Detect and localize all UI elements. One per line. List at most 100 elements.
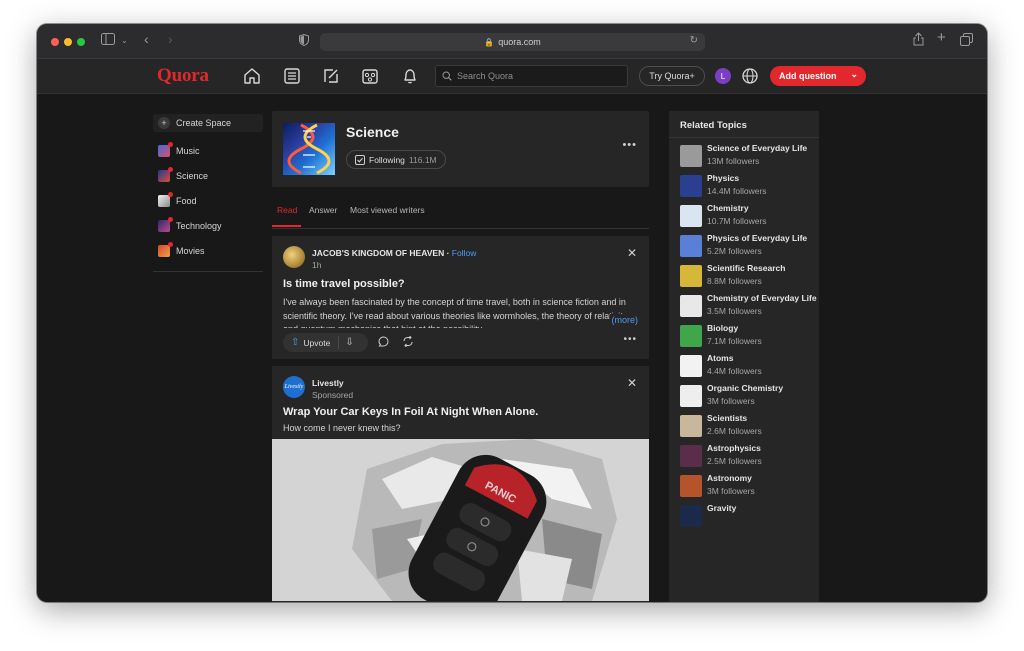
ad-subline: How come I never knew this? [283,423,401,433]
related-topic-item[interactable]: Physics of Everyday Life 5.2M followers [669,233,819,257]
tab-most-viewed-writers[interactable]: Most viewed writers [350,205,425,215]
address-bar[interactable]: 🔒 quora.com ↻ [320,33,705,51]
related-topic-item[interactable]: Biology 7.1M followers [669,323,819,347]
following-feed-icon[interactable] [282,66,302,86]
topic-followers: 14.4M followers [707,185,767,196]
browser-window: ⌄ ‹ › 🔒 quora.com ↻ + Quora Search Quora… [37,24,987,602]
upvote-button[interactable]: ⇧ Upvote ⇩ [283,333,368,352]
topic-name[interactable]: Scientific Research [707,263,817,275]
sidebar-item-label: Food [176,195,197,206]
related-topic-item[interactable]: Scientists 2.6M followers [669,413,819,437]
related-topic-item[interactable]: Physics 14.4M followers [669,173,819,197]
home-icon[interactable] [242,66,262,86]
sidebar-item-technology[interactable]: Technology [153,213,263,238]
close-icon[interactable]: ✕ [627,246,637,260]
topic-followers: 5.2M followers [707,245,762,256]
sponsored-post: Livestly Livestly Sponsored ✕ Wrap Your … [272,366,649,602]
tab-read[interactable]: Read [277,205,297,215]
spaces-icon[interactable] [360,66,380,86]
related-topic-item[interactable]: Chemistry 10.7M followers [669,203,819,227]
tab-overview-icon[interactable] [960,33,973,50]
close-window-button[interactable] [51,38,59,46]
chevron-down-icon[interactable]: ⌄ [121,33,128,49]
browser-toolbar: ⌄ ‹ › 🔒 quora.com ↻ + [37,24,987,59]
back-icon[interactable]: ‹ [144,31,149,47]
lock-icon: 🔒 [484,37,495,47]
close-icon[interactable]: ✕ [627,376,637,390]
topic-name[interactable]: Science of Everyday Life [707,143,817,155]
main-feed: Science Following 116.1M ••• Read Answer… [272,111,649,602]
topic-followers: 3.5M followers [707,305,762,316]
sponsored-label: Sponsored [312,390,354,400]
following-button[interactable]: Following 116.1M [346,150,446,169]
more-link[interactable]: (more) [609,313,638,327]
share-icon[interactable] [913,32,924,50]
topic-thumbnail [680,415,702,437]
topic-name[interactable]: Scientists [707,413,817,425]
advertiser-logo[interactable]: Livestly [283,376,305,398]
topic-followers: 2.6M followers [707,425,762,436]
post-question[interactable]: Is time travel possible? [272,272,649,290]
related-topic-item[interactable]: Scientific Research 8.8M followers [669,263,819,287]
follow-link[interactable]: Follow [452,248,477,258]
related-topic-item[interactable]: Astrophysics 2.5M followers [669,443,819,467]
topic-name[interactable]: Chemistry [707,203,817,215]
ad-image-car-key-in-foil[interactable]: PANIC [272,439,649,601]
ad-headline[interactable]: Wrap Your Car Keys In Foil At Night When… [272,402,649,418]
author-name[interactable]: JACOB'S KINGDOM OF HEAVEN · Follow [312,248,476,258]
related-topic-item[interactable]: Atoms 4.4M followers [669,353,819,377]
advertiser-name[interactable]: Livestly [312,378,344,388]
language-globe-icon[interactable] [741,67,759,85]
notifications-bell-icon[interactable] [400,66,420,86]
topic-name[interactable]: Astrophysics [707,443,817,455]
comment-icon[interactable] [378,336,389,350]
related-topic-item[interactable]: Astronomy 3M followers [669,473,819,497]
sidebar-item-music[interactable]: Music [153,138,263,163]
related-topics-list: Science of Everyday Life 13M followers Phy… [669,138,819,527]
topic-text: Astronomy 3M followers [707,473,817,497]
topic-name[interactable]: Chemistry of Everyday Life [707,293,817,305]
sidebar-toggle-icon[interactable] [101,33,115,49]
post-header: JACOB'S KINGDOM OF HEAVEN · Follow 1h ✕ [272,236,649,272]
forward-icon[interactable]: › [168,31,173,47]
create-space-button[interactable]: + Create Space [153,114,263,132]
sidebar-item-science[interactable]: Science [153,163,263,188]
share-icon[interactable] [402,335,414,350]
topic-thumbnail [680,385,702,407]
avatar[interactable]: L [715,68,731,84]
topic-name[interactable]: Physics [707,173,817,185]
topic-name[interactable]: Biology [707,323,817,335]
topic-text: Gravity [707,503,817,527]
sidebar-item-movies[interactable]: Movies [153,238,263,263]
downvote-arrow-icon[interactable]: ⇩ [345,337,353,348]
tab-answer[interactable]: Answer [309,205,337,215]
search-input[interactable]: Search Quora [435,65,628,87]
answer-icon[interactable] [321,66,341,86]
try-quora-plus-button[interactable]: Try Quora+ [639,66,705,86]
topic-name[interactable]: Gravity [707,503,817,515]
minimize-window-button[interactable] [64,38,72,46]
topic-name[interactable]: Astronomy [707,473,817,485]
related-topic-item[interactable]: Chemistry of Everyday Life 3.5M followers [669,293,819,317]
topic-name[interactable]: Physics of Everyday Life [707,233,817,245]
science-space-thumbnail [158,166,173,182]
topic-name[interactable]: Atoms [707,353,817,365]
topic-name[interactable]: Organic Chemistry [707,383,817,395]
chevron-down-icon[interactable]: ⌄ [850,69,858,80]
related-topic-item[interactable]: Gravity [669,503,819,527]
quora-logo[interactable]: Quora [157,65,209,87]
related-topic-item[interactable]: Science of Everyday Life 13M followers [669,143,819,167]
sidebar-item-food[interactable]: Food [153,188,263,213]
related-topic-item[interactable]: Organic Chemistry 3M followers [669,383,819,407]
privacy-shield-icon[interactable] [299,33,309,50]
new-tab-icon[interactable]: + [937,30,946,46]
related-topics-title: Related Topics [669,111,819,138]
reload-icon[interactable]: ↻ [690,35,698,46]
more-options-icon[interactable]: ••• [623,334,637,345]
post-body[interactable]: I've always been fascinated by the conce… [272,290,649,328]
more-options-icon[interactable]: ••• [622,139,637,151]
zoom-window-button[interactable] [77,38,85,46]
add-question-button[interactable]: Add question ⌄ [770,66,866,86]
topic-followers: 7.1M followers [707,335,762,346]
author-avatar[interactable] [283,246,305,268]
